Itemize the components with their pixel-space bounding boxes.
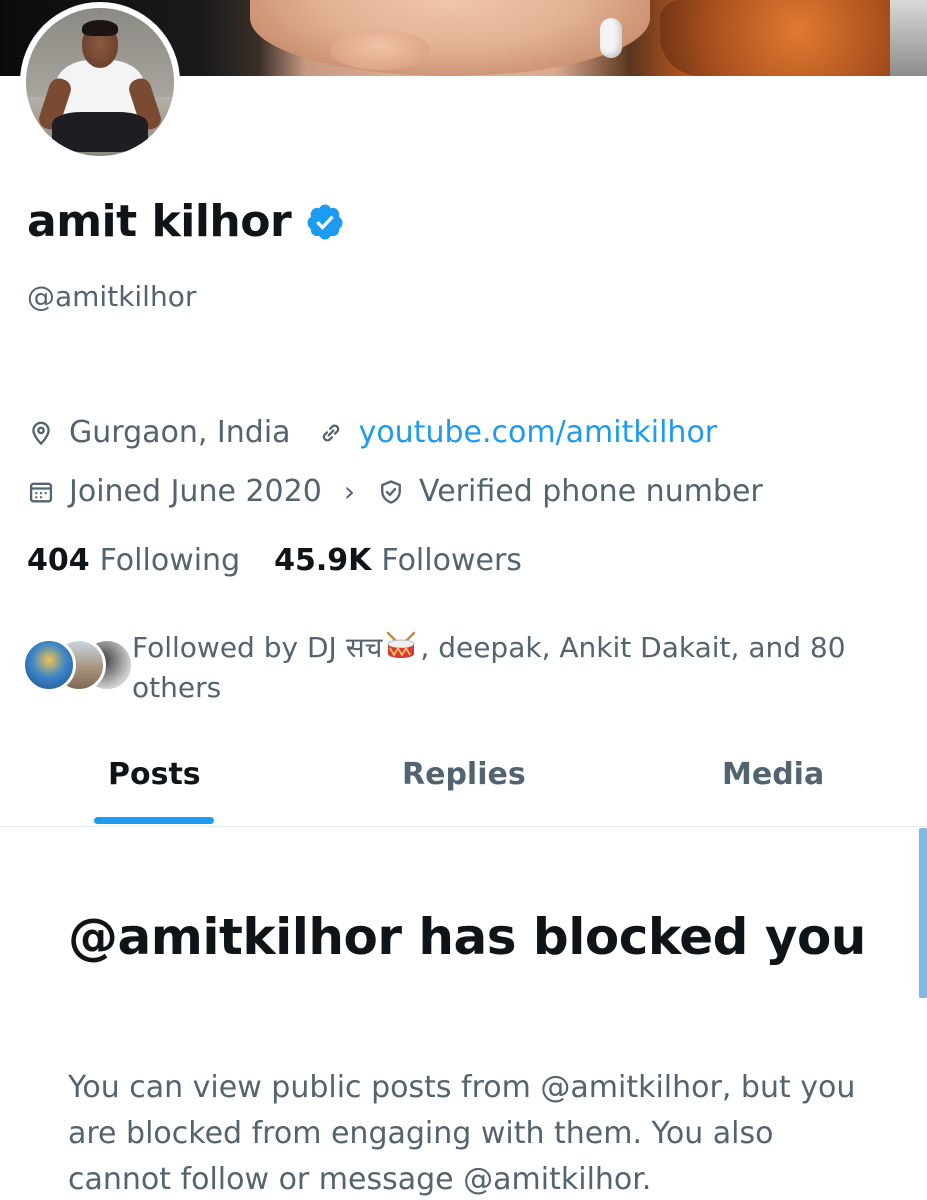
handle: @amitkilhor	[27, 280, 197, 313]
followers-number: 45.9K	[274, 543, 372, 578]
joined-date: Joined June 2020	[27, 474, 322, 509]
followed-by-prefix: Followed by DJ सच	[132, 631, 383, 664]
profile-meta-row: Gurgaon, India youtube.com/amitkilhor	[27, 415, 717, 450]
verified-phone: Verified phone number	[377, 474, 763, 509]
tab-posts[interactable]: Posts	[108, 757, 201, 792]
drum-icon	[387, 631, 416, 658]
scrollbar[interactable]	[919, 828, 927, 998]
follower-avatars	[22, 628, 134, 692]
verified-phone-text: Verified phone number	[419, 474, 763, 509]
follow-counts: 404 Following 45.9K Followers	[27, 543, 556, 578]
blocked-message: You can view public posts from @amitkilh…	[68, 1070, 856, 1197]
website[interactable]: youtube.com/amitkilhor	[317, 415, 718, 450]
link-icon	[322, 424, 339, 441]
chevron-right-icon[interactable]: ›	[344, 475, 355, 508]
following-count[interactable]: 404 Following	[27, 543, 240, 578]
active-tab-indicator	[94, 817, 214, 824]
display-name: amit kilhor	[27, 196, 292, 247]
location-pin-icon	[32, 421, 50, 445]
location-text: Gurgaon, India	[69, 415, 291, 450]
location: Gurgaon, India	[27, 415, 291, 450]
website-link[interactable]: youtube.com/amitkilhor	[359, 415, 718, 450]
shield-check-icon	[381, 479, 401, 504]
calendar-icon	[29, 482, 53, 502]
joined-text: Joined June 2020	[69, 474, 322, 509]
tab-media[interactable]: Media	[722, 757, 824, 792]
followed-by[interactable]: Followed by DJ सच , deepak, Ankit Dakait…	[22, 628, 902, 708]
profile-tabs: Posts Replies Media	[0, 745, 927, 827]
following-label: Following	[99, 543, 241, 578]
followers-label: Followers	[381, 543, 522, 578]
profile-meta-row-2: Joined June 2020 › Verified phone number	[27, 474, 763, 509]
profile-page: amit kilhor @amitkilhor Gurgaon, India y…	[0, 0, 927, 1200]
blocked-title: @amitkilhor has blocked you	[68, 908, 866, 966]
verified-badge-icon[interactable]	[305, 202, 345, 242]
followed-by-text: Followed by DJ सच , deepak, Ankit Dakait…	[132, 628, 902, 708]
name-row: amit kilhor	[27, 196, 345, 247]
following-number: 404	[27, 543, 90, 578]
tab-replies[interactable]: Replies	[402, 757, 526, 792]
follower-avatar	[22, 638, 76, 692]
followers-count[interactable]: 45.9K Followers	[274, 543, 522, 578]
avatar[interactable]	[20, 2, 180, 162]
